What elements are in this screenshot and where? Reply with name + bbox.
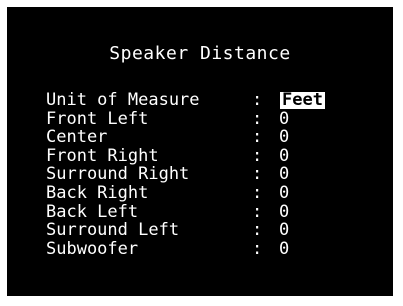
setting-separator: : xyxy=(252,182,263,203)
setting-label: Subwoofer xyxy=(46,238,139,259)
setting-label: Center xyxy=(46,127,108,148)
setting-row-back-right[interactable]: Back Right : 0 xyxy=(46,182,386,203)
setting-row-unit-of-measure[interactable]: Unit of Measure : Feet xyxy=(46,91,386,110)
setting-value[interactable]: 0 xyxy=(279,165,289,184)
setting-separator: : xyxy=(252,127,263,148)
setting-label: Back Left xyxy=(46,201,139,222)
setting-separator: : xyxy=(252,220,263,241)
setting-separator: : xyxy=(252,201,263,222)
setting-separator: : xyxy=(252,90,263,110)
setting-row-center[interactable]: Center : 0 xyxy=(46,128,386,147)
setting-value[interactable]: 0 xyxy=(279,146,289,166)
osd-screen: Speaker Distance Unit of Measure : Feet … xyxy=(7,7,393,296)
settings-list: Unit of Measure : Feet Front Left : 0 Ce… xyxy=(46,91,386,258)
setting-value[interactable]: 0 xyxy=(279,239,289,259)
setting-value[interactable]: 0 xyxy=(279,128,289,147)
setting-value[interactable]: 0 xyxy=(279,202,289,222)
menu-title: Speaker Distance xyxy=(109,43,291,64)
setting-value[interactable]: 0 xyxy=(279,183,289,203)
setting-value[interactable]: 0 xyxy=(279,109,289,129)
setting-separator: : xyxy=(252,164,263,185)
setting-separator: : xyxy=(252,108,263,129)
setting-row-subwoofer[interactable]: Subwoofer : 0 xyxy=(46,238,386,259)
setting-label: Surround Right xyxy=(46,164,190,185)
setting-value-selected[interactable]: Feet xyxy=(280,92,325,109)
setting-separator: : xyxy=(252,238,263,259)
setting-label: Back Right xyxy=(46,182,149,203)
setting-value[interactable]: 0 xyxy=(279,221,289,240)
setting-separator: : xyxy=(252,145,263,166)
setting-row-front-right[interactable]: Front Right : 0 xyxy=(46,145,386,166)
setting-label: Front Right xyxy=(46,145,159,166)
setting-label: Front Left xyxy=(46,108,149,129)
setting-label: Surround Left xyxy=(46,220,180,241)
setting-row-front-left[interactable]: Front Left : 0 xyxy=(46,108,386,129)
setting-row-surround-left[interactable]: Surround Left : 0 xyxy=(46,221,386,240)
setting-label: Unit of Measure xyxy=(46,90,200,110)
setting-row-surround-right[interactable]: Surround Right : 0 xyxy=(46,165,386,184)
setting-row-back-left[interactable]: Back Left : 0 xyxy=(46,201,386,222)
